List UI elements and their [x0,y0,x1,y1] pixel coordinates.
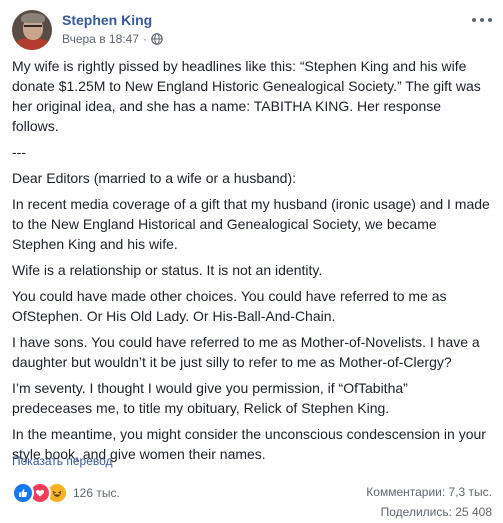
author-name[interactable]: Stephen King [62,12,152,28]
post-paragraph: You could have made other choices. You c… [12,288,447,324]
avatar[interactable] [12,10,52,50]
comments-count-link[interactable]: Комментарии: 7,3 тыс. [366,485,492,499]
post-paragraph: --- [12,144,26,160]
more-options-icon[interactable] [472,14,492,26]
reaction-count: 126 тыс. [73,486,120,500]
meta-separator: · [142,32,147,46]
post-meta: Вчера в 18:47 · [62,32,163,46]
reactions-summary[interactable]: 126 тыс. [12,482,120,504]
post-footer: 126 тыс. Комментарии: 7,3 тыс. Поделилис… [12,482,492,522]
shares-count-link[interactable]: Поделились: 25 408 [381,505,492,519]
post-paragraph: My wife is rightly pissed by headlines l… [12,58,481,134]
like-reaction-icon [12,482,34,504]
post-paragraph: I have sons. You could have referred to … [12,334,480,370]
post-paragraph: In recent media coverage of a gift that … [12,196,490,252]
see-translation-link[interactable]: Показать перевод [12,454,113,468]
globe-icon [151,33,163,45]
post-card: Stephen King Вчера в 18:47 · My wife is … [0,0,503,523]
post-paragraph: Wife is a relationship or status. It is … [12,262,323,278]
post-body: My wife is rightly pissed by headlines l… [12,56,490,470]
timestamp[interactable]: Вчера в 18:47 [62,32,139,46]
post-paragraph: I’m seventy. I thought I would give you … [12,380,408,416]
post-header: Stephen King Вчера в 18:47 · [12,10,492,50]
post-paragraph: Dear Editors (married to a wife or a hus… [12,170,297,186]
